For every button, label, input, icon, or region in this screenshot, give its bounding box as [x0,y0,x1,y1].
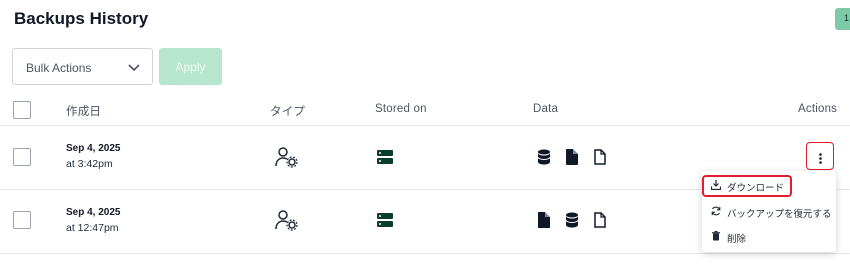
database-icon [565,212,579,228]
menu-item-restore[interactable]: バックアップを復元する [702,201,836,223]
server-icon [377,213,393,227]
menu-item-label: ダウンロード [727,183,785,194]
menu-item-label: バックアップを復元する [727,209,832,220]
page-title: Backups History [14,9,149,28]
column-header-type: タイプ [270,106,306,118]
trash-icon [711,231,721,241]
row-time: at 12:47pm [66,222,119,234]
bulk-actions-select[interactable]: Bulk Actions [12,48,153,85]
column-header-stored: Stored on [375,103,427,115]
server-icon [377,150,393,164]
row-actions-button[interactable] [806,142,834,170]
bulk-actions-label: Bulk Actions [26,61,92,75]
user-settings-icon [275,146,299,168]
menu-item-delete[interactable]: 削除 [702,226,836,248]
menu-item-label: 削除 [727,234,747,245]
chevron-down-icon [128,61,140,72]
row-actions-menu: ダウンロード バックアップを復元する 削除 [702,171,836,252]
apply-button[interactable]: Apply [159,48,222,85]
row-checkbox[interactable] [13,211,31,229]
database-icon [537,149,551,165]
menu-item-download[interactable]: ダウンロード [702,175,792,197]
divider [0,253,850,254]
file-filled-icon [566,149,578,165]
file-outline-icon [594,212,606,228]
download-icon [710,180,722,191]
divider [0,125,850,126]
column-header-data: Data [533,103,559,115]
select-all-checkbox[interactable] [13,101,31,119]
row-date: Sep 4, 2025 [66,207,121,218]
column-header-date[interactable]: 作成日 [66,103,101,119]
file-outline-icon [594,149,606,165]
user-settings-icon [275,209,299,231]
column-header-actions: Actions [798,103,838,115]
row-date: Sep 4, 2025 [66,143,121,154]
file-filled-icon [538,212,550,228]
restore-icon [711,206,721,216]
count-badge: 1 [835,8,850,30]
row-time: at 3:42pm [66,158,113,170]
more-vertical-icon [819,151,822,164]
row-checkbox[interactable] [13,148,31,166]
